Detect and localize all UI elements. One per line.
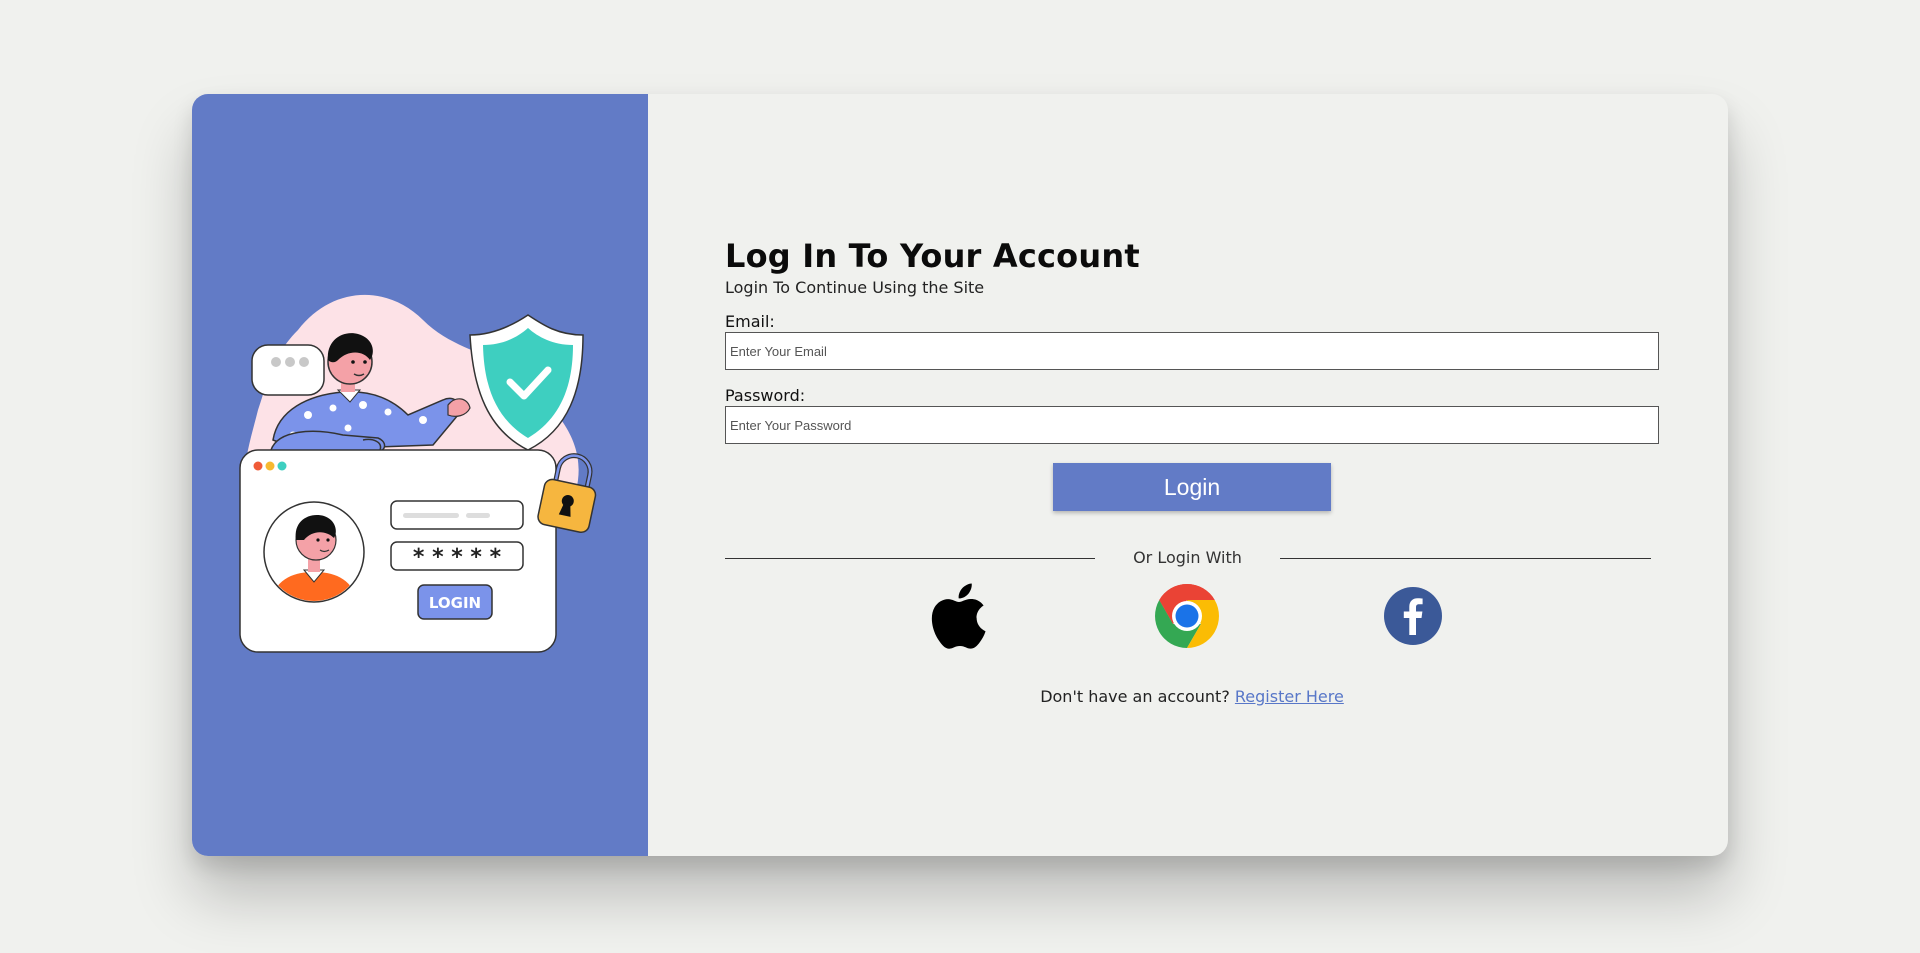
password-field[interactable]: [725, 406, 1659, 444]
illustration-panel: * * * * * LOGIN: [192, 94, 648, 856]
email-label: Email:: [725, 312, 775, 331]
divider-line-right: [1280, 558, 1651, 559]
chrome-icon: [1155, 584, 1219, 648]
social-login-row: [725, 583, 1659, 653]
chat-bubble-icon: [251, 344, 325, 396]
email-field[interactable]: [725, 332, 1659, 370]
register-link[interactable]: Register Here: [1235, 687, 1344, 706]
form-panel: Log In To Your Account Login To Continue…: [648, 94, 1728, 856]
login-window: * * * * * LOGIN: [239, 449, 557, 653]
apple-login-button[interactable]: [925, 583, 991, 649]
password-label: Password:: [725, 386, 806, 405]
login-card: * * * * * LOGIN Log In To Your Account L…: [192, 94, 1728, 856]
illustration-login-text: LOGIN: [429, 594, 481, 612]
register-prompt-text: Don't have an account?: [1040, 687, 1230, 706]
facebook-icon: [1384, 587, 1442, 645]
divider-line-left: [725, 558, 1095, 559]
page-subtitle: Login To Continue Using the Site: [725, 278, 985, 297]
login-button[interactable]: Login: [1053, 463, 1331, 511]
facebook-login-button[interactable]: [1380, 583, 1446, 649]
page-title: Log In To Your Account: [725, 237, 1140, 275]
password-mask-text: * * * * *: [413, 545, 502, 570]
or-divider: Or Login With: [725, 548, 1659, 568]
register-prompt: Don't have an account? Register Here: [725, 687, 1659, 707]
chrome-login-button[interactable]: [1154, 583, 1220, 649]
login-form: Log In To Your Account Login To Continue…: [725, 236, 1659, 707]
apple-icon: [931, 583, 986, 649]
login-illustration: * * * * * LOGIN: [239, 294, 597, 653]
divider-text: Or Login With: [1133, 548, 1242, 567]
